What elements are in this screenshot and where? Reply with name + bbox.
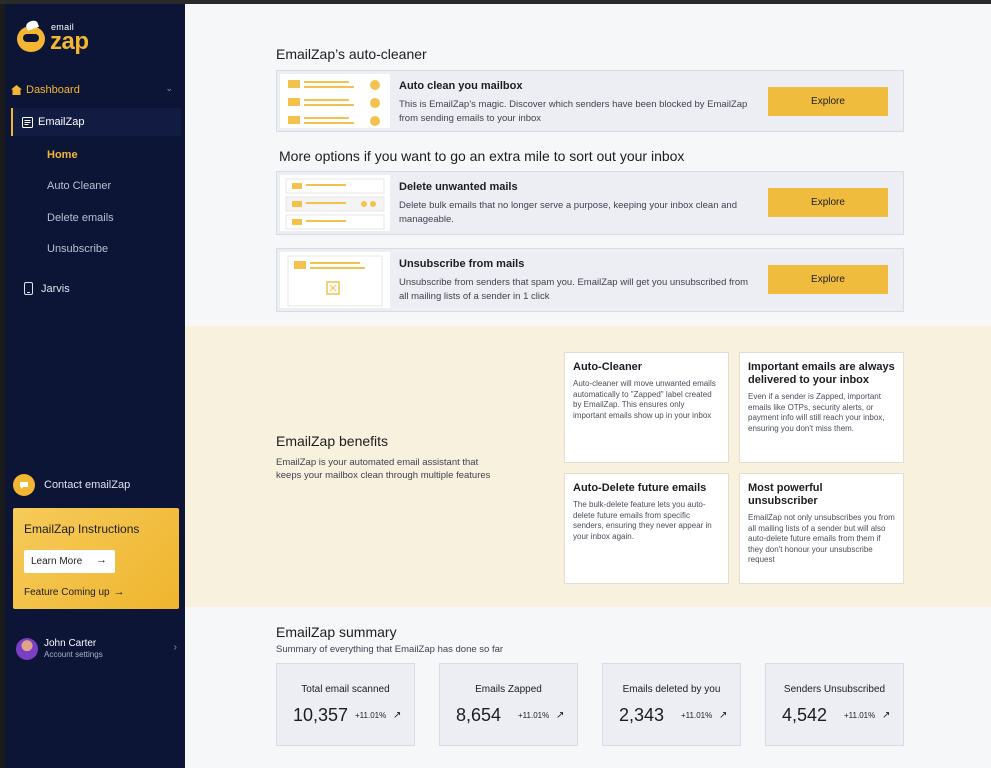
sidebar-subitem-home[interactable]: Home bbox=[47, 149, 78, 161]
benefit-desc: Even if a sender is Zapped, important em… bbox=[748, 392, 885, 433]
benefit-desc: Auto-cleaner will move unwanted emails a… bbox=[573, 379, 716, 420]
logo-text-zap: zap bbox=[50, 28, 89, 55]
benefit-card-unsubscriber: Most powerful unsubscriber EmailZap not … bbox=[739, 473, 904, 584]
benefit-desc: The bulk-delete feature lets you auto-de… bbox=[573, 500, 712, 541]
auto-clean-illustration bbox=[280, 74, 390, 128]
feature-coming-up-label: Feature Coming up bbox=[24, 587, 110, 598]
phone-icon bbox=[24, 282, 33, 295]
delete-mails-title: Delete unwanted mails bbox=[399, 181, 518, 193]
stat-card-emails-deleted: Emails deleted by you 2,343 +11.01% ↗ bbox=[602, 663, 741, 746]
benefit-title: Most powerful unsubscriber bbox=[748, 482, 823, 507]
benefits-desc: EmailZap is your automated email assista… bbox=[276, 457, 491, 481]
stat-label: Senders Unsubscribed bbox=[783, 684, 886, 695]
benefits-title: EmailZap benefits bbox=[276, 433, 389, 449]
stat-change: +11.01% bbox=[844, 711, 876, 720]
stat-label: Emails deleted by you bbox=[622, 684, 721, 695]
sidebar-item-emailzap[interactable]: EmailZap bbox=[11, 108, 181, 136]
delete-mails-desc: Delete bulk emails that no longer serve … bbox=[399, 200, 737, 225]
stat-value: 8,654 bbox=[456, 705, 502, 725]
learn-more-button[interactable]: Learn More → bbox=[24, 550, 115, 573]
auto-clean-desc: This is EmailZap’s magic. Discover which… bbox=[399, 99, 748, 124]
emailzap-logo[interactable]: email zap bbox=[17, 18, 97, 58]
sidebar-item-dashboard-label: Dashboard bbox=[26, 84, 80, 96]
benefit-card-auto-cleaner: Auto-Cleaner Auto-cleaner will move unwa… bbox=[564, 352, 729, 463]
summary-subtitle: Summary of everything that EmailZap has … bbox=[276, 644, 504, 655]
stat-card-senders-unsubscribed: Senders Unsubscribed 4,542 +11.01% ↗ bbox=[765, 663, 904, 746]
arrow-right-icon: → bbox=[96, 554, 107, 566]
trend-up-icon: ↗ bbox=[556, 710, 565, 721]
home-icon bbox=[11, 85, 22, 95]
stat-change: +11.01% bbox=[518, 711, 550, 720]
user-name: John Carter bbox=[44, 638, 97, 649]
bee-logo-icon bbox=[17, 26, 45, 52]
account-settings-label: Account settings bbox=[44, 650, 103, 659]
instructions-promo-card: EmailZap Instructions Learn More → Featu… bbox=[13, 508, 179, 609]
stat-value: 2,343 bbox=[619, 705, 665, 725]
sidebar-subitem-unsubscribe[interactable]: Unsubscribe bbox=[47, 243, 108, 255]
chat-icon bbox=[13, 474, 35, 496]
summary-title: EmailZap summary bbox=[276, 624, 397, 640]
sidebar-item-jarvis[interactable]: Jarvis bbox=[24, 282, 70, 295]
unsubscribe-card: Unsubscribe from mails Unsubscribe from … bbox=[276, 248, 904, 312]
unsubscribe-illustration bbox=[280, 252, 390, 308]
benefit-title: Auto-Cleaner bbox=[573, 361, 643, 373]
learn-more-label: Learn More bbox=[31, 556, 83, 567]
arrow-right-icon: → bbox=[113, 586, 125, 598]
benefit-title: Important emails are always delivered to… bbox=[748, 361, 895, 386]
promo-title: EmailZap Instructions bbox=[24, 522, 140, 536]
benefit-desc: EmailZap not only unsubscribes you from … bbox=[748, 513, 895, 564]
auto-clean-title: Auto clean you mailbox bbox=[399, 80, 523, 92]
benefit-title: Auto-Delete future emails bbox=[573, 482, 707, 494]
sidebar-item-emailzap-label: EmailZap bbox=[38, 116, 85, 128]
benefits-section: EmailZap benefits EmailZap is your autom… bbox=[185, 326, 991, 607]
chevron-down-icon[interactable]: ⌄ bbox=[165, 83, 173, 94]
sidebar-subitem-delete-emails[interactable]: Delete emails bbox=[47, 212, 114, 224]
stat-change: +11.01% bbox=[681, 711, 713, 720]
delete-mails-explore-button[interactable]: Explore bbox=[768, 188, 888, 217]
auto-clean-card: Auto clean you mailbox This is EmailZap’… bbox=[276, 70, 904, 132]
delete-mails-card: Delete unwanted mails Delete bulk emails… bbox=[276, 171, 904, 235]
benefit-card-important-emails: Important emails are always delivered to… bbox=[739, 352, 904, 463]
chevron-right-icon: › bbox=[173, 642, 177, 653]
sidebar-item-jarvis-label: Jarvis bbox=[41, 282, 70, 295]
stat-label: Total email scanned bbox=[301, 684, 390, 695]
feature-coming-up-link[interactable]: Feature Coming up → bbox=[24, 586, 125, 598]
more-options-title: More options if you want to go an extra … bbox=[279, 148, 685, 164]
auto-clean-explore-button[interactable]: Explore bbox=[768, 87, 888, 116]
contact-emailzap-label: Contact emailZap bbox=[44, 479, 131, 491]
trend-up-icon: ↗ bbox=[719, 710, 728, 721]
unsubscribe-desc: Unsubscribe from senders that spam you. … bbox=[399, 277, 749, 302]
sidebar-subitem-auto-cleaner[interactable]: Auto Cleaner bbox=[47, 180, 111, 192]
sidebar-item-dashboard[interactable]: Dashboard ⌄ bbox=[11, 80, 179, 100]
contact-emailzap-link[interactable]: Contact emailZap bbox=[13, 474, 130, 496]
account-menu[interactable]: John Carter Account settings › bbox=[16, 637, 180, 661]
stat-change: +11.01% bbox=[355, 711, 387, 720]
main-content: EmailZap’s auto-cleaner Auto clean you m… bbox=[185, 4, 991, 768]
delete-mails-illustration bbox=[280, 175, 390, 231]
avatar bbox=[16, 638, 38, 660]
stat-card-emails-zapped: Emails Zapped 8,654 +11.01% ↗ bbox=[439, 663, 578, 746]
stat-label: Emails Zapped bbox=[475, 684, 542, 695]
stat-card-total-scanned: Total email scanned 10,357 +11.01% ↗ bbox=[276, 663, 415, 746]
document-icon bbox=[22, 116, 33, 128]
autocleaner-section-title: EmailZap’s auto-cleaner bbox=[276, 46, 427, 62]
unsubscribe-explore-button[interactable]: Explore bbox=[768, 265, 888, 294]
unsubscribe-title: Unsubscribe from mails bbox=[399, 258, 525, 270]
trend-up-icon: ↗ bbox=[882, 710, 891, 721]
stat-value: 4,542 bbox=[782, 705, 828, 725]
stat-value: 10,357 bbox=[293, 705, 349, 725]
benefit-card-auto-delete: Auto-Delete future emails The bulk-delet… bbox=[564, 473, 729, 584]
trend-up-icon: ↗ bbox=[393, 710, 402, 721]
sidebar: email zap Dashboard ⌄ EmailZap Home Auto… bbox=[5, 4, 185, 768]
